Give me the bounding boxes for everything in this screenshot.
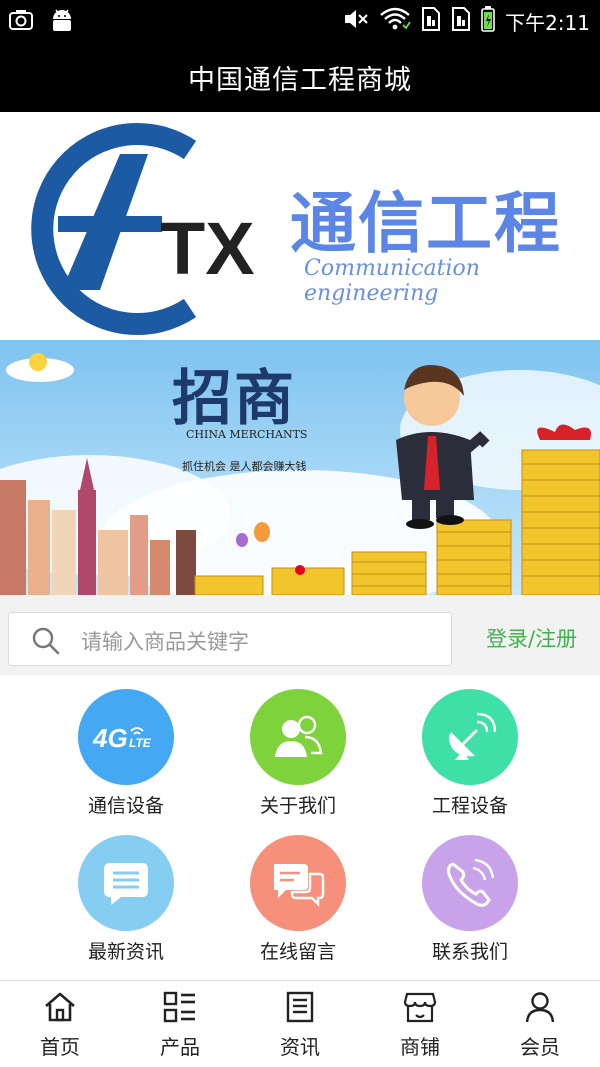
sim1-icon bbox=[421, 7, 441, 35]
search-area: 请输入商品关键字 登录/注册 bbox=[0, 595, 600, 675]
search-placeholder: 请输入商品关键字 bbox=[81, 630, 249, 654]
nav-label: 资讯 bbox=[280, 1035, 320, 1059]
nav-item-member[interactable]: 会员 bbox=[480, 981, 600, 1067]
android-icon bbox=[50, 8, 74, 38]
tx-logo-mark: TX bbox=[31, 123, 255, 335]
login-register-link[interactable]: 登录/注册 bbox=[486, 623, 577, 653]
status-time: 下午2:11 bbox=[505, 10, 590, 35]
menu-item-online-message[interactable]: 在线留言 bbox=[228, 835, 368, 964]
nav-item-news[interactable]: 资讯 bbox=[240, 981, 360, 1067]
menu-item-contact-us[interactable]: 联系我们 bbox=[400, 835, 540, 964]
nav-item-store[interactable]: 商铺 bbox=[360, 981, 480, 1067]
mute-icon bbox=[343, 7, 369, 35]
menu-item-engineering-equipment[interactable]: 工程设备 bbox=[400, 689, 540, 818]
banner-slogan: 抓住机会 是人都会赚大钱 bbox=[182, 460, 307, 473]
menu-label: 在线留言 bbox=[259, 941, 336, 963]
battery-icon bbox=[481, 6, 495, 36]
nav-item-products[interactable]: 产品 bbox=[120, 981, 240, 1067]
search-icon bbox=[31, 626, 61, 660]
nav-label: 商铺 bbox=[400, 1035, 440, 1059]
logo-en-text: Communication engineering bbox=[304, 256, 480, 306]
news-icon bbox=[283, 991, 317, 1027]
svg-text:LTE: LTE bbox=[129, 736, 152, 750]
users-icon bbox=[250, 689, 346, 785]
nav-label: 会员 bbox=[520, 1035, 560, 1059]
product-list-icon bbox=[163, 991, 197, 1027]
logo-mark-text: TX bbox=[160, 207, 255, 290]
satellite-dish-icon bbox=[422, 689, 518, 785]
home-icon bbox=[43, 991, 77, 1027]
menu-item-about-us[interactable]: 关于我们 bbox=[228, 689, 368, 818]
svg-text:4G: 4G bbox=[92, 723, 128, 753]
menu-item-telecom-equipment[interactable]: 4G LTE 通信设备 bbox=[56, 689, 196, 818]
phone-icon bbox=[422, 835, 518, 931]
store-icon bbox=[403, 991, 437, 1027]
member-icon bbox=[523, 991, 557, 1027]
nav-label: 首页 bbox=[40, 1035, 80, 1059]
menu-label: 关于我们 bbox=[259, 795, 336, 817]
page-title: 中国通信工程商城 bbox=[188, 64, 412, 96]
menu-item-latest-news[interactable]: 最新资讯 bbox=[56, 835, 196, 964]
message-icon bbox=[78, 835, 174, 931]
menu-grid: 4G LTE 通信设备 关于我们 工程设备 最新资讯 在线留言 联系我们 bbox=[0, 675, 600, 980]
4g-lte-icon: 4G LTE bbox=[78, 689, 174, 785]
status-bar: 下午2:11 bbox=[0, 0, 600, 42]
menu-label: 通信设备 bbox=[87, 795, 164, 817]
banner-title: 招商 bbox=[172, 364, 296, 434]
wifi-icon bbox=[379, 7, 411, 35]
promo-banner[interactable]: 招商 CHINA MERCHANTS 抓住机会 是人都会赚大钱 bbox=[0, 340, 600, 595]
logo-cn-text: 通信工程 bbox=[290, 185, 562, 262]
menu-label: 工程设备 bbox=[431, 795, 508, 817]
bottom-nav: 首页 产品 资讯 商铺 会员 bbox=[0, 980, 600, 1067]
menu-label: 联系我们 bbox=[431, 941, 508, 963]
title-bar: 中国通信工程商城 bbox=[0, 42, 600, 112]
menu-label: 最新资讯 bbox=[87, 941, 164, 963]
logo-banner: TX 通信工程 Communication engineering bbox=[0, 112, 600, 340]
banner-en-title: CHINA MERCHANTS bbox=[186, 428, 308, 441]
search-input[interactable]: 请输入商品关键字 bbox=[8, 612, 452, 666]
chat-bubbles-icon bbox=[250, 835, 346, 931]
sim2-icon bbox=[451, 7, 471, 35]
nav-label: 产品 bbox=[160, 1035, 200, 1059]
nav-item-home[interactable]: 首页 bbox=[0, 981, 120, 1067]
camera-icon bbox=[8, 8, 34, 38]
